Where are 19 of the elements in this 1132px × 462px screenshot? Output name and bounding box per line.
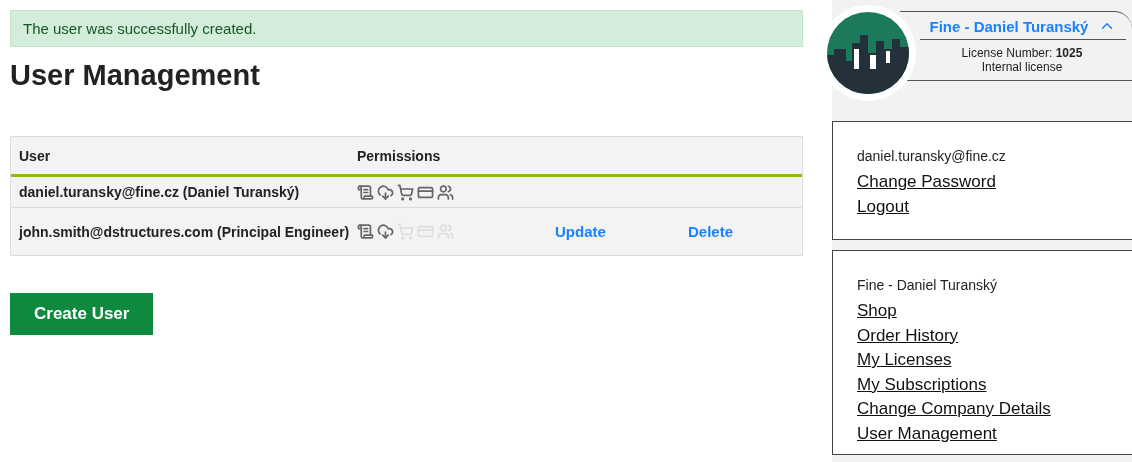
page-title: User Management xyxy=(10,59,261,92)
company-link[interactable]: Order History xyxy=(857,323,959,348)
company-name: Fine - Daniel Turanský xyxy=(857,277,999,293)
account-link[interactable]: Change Password xyxy=(857,170,996,195)
account-link[interactable]: Logout xyxy=(857,194,909,219)
user-cell-text: john.smith@dstructures.com (Principal Engineer) xyxy=(19,223,351,240)
company-link[interactable]: My Subscriptions xyxy=(857,372,987,397)
license-type: Internal license xyxy=(980,60,1064,74)
column-header: Permissions xyxy=(357,147,442,164)
company-link[interactable]: User Management xyxy=(857,421,997,446)
license-number: License Number: 1025 xyxy=(960,46,1084,60)
success-alert: The user was successfully created. xyxy=(10,10,803,47)
company-link[interactable]: Shop xyxy=(857,299,897,324)
user-cell-text: daniel.turansky@fine.cz (Daniel Turanský) xyxy=(19,184,301,200)
company-link[interactable]: My Licenses xyxy=(857,348,952,373)
column-header: User xyxy=(19,147,52,164)
create-user-button[interactable]: Create User xyxy=(10,293,154,335)
company-link[interactable]: Change Company Details xyxy=(857,397,1051,422)
account-email: daniel.turansky@fine.cz xyxy=(857,148,1007,164)
